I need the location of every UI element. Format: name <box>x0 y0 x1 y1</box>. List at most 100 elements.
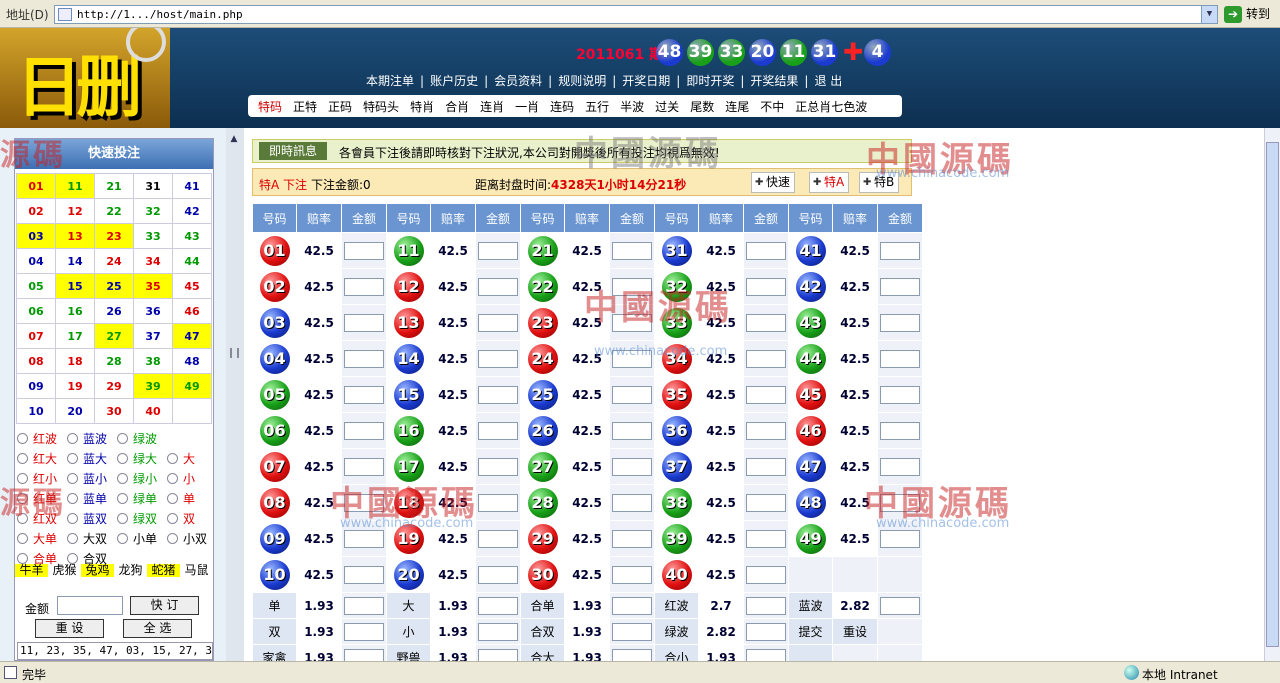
amount-input[interactable] <box>478 385 518 404</box>
amount-input[interactable] <box>746 565 786 584</box>
number-ball[interactable]: 01 <box>259 235 290 266</box>
top-menu-item[interactable]: 即时开奖 <box>680 74 740 88</box>
number-ball[interactable]: 18 <box>393 487 424 518</box>
number-ball[interactable]: 34 <box>661 343 692 374</box>
game-menu-item[interactable]: 连尾 <box>725 100 749 114</box>
radio-button[interactable] <box>17 513 28 524</box>
reset-button[interactable]: 重 设 <box>35 619 104 638</box>
zodiac-cell[interactable]: 马鼠 <box>180 564 213 577</box>
amount-input[interactable] <box>612 493 652 512</box>
number-ball[interactable]: 22 <box>527 271 558 302</box>
quick-number-cell[interactable]: 03 <box>16 223 56 249</box>
url-input[interactable]: http://1.../host/main.php ▼ <box>54 5 1218 24</box>
number-ball[interactable]: 05 <box>259 379 290 410</box>
number-ball[interactable]: 15 <box>393 379 424 410</box>
quick-number-cell[interactable]: 15 <box>55 273 95 299</box>
quick-option[interactable]: 绿大 <box>117 450 157 467</box>
radio-button[interactable] <box>17 473 28 484</box>
amount-input[interactable] <box>344 596 384 615</box>
number-ball[interactable]: 19 <box>393 523 424 554</box>
quick-option[interactable]: 红双 <box>17 510 57 527</box>
amount-input[interactable] <box>344 421 384 440</box>
quick-number-cell[interactable]: 34 <box>133 248 173 274</box>
quick-number-cell[interactable]: 22 <box>94 198 134 224</box>
quick-number-cell[interactable]: 05 <box>16 273 56 299</box>
quick-number-cell[interactable]: 07 <box>16 323 56 349</box>
quick-option[interactable]: 红小 <box>17 470 57 487</box>
amount-input[interactable] <box>344 648 384 661</box>
number-ball[interactable]: 41 <box>795 235 826 266</box>
amount-input[interactable] <box>612 385 652 404</box>
amount-input[interactable] <box>344 313 384 332</box>
quick-option[interactable]: 绿波 <box>117 430 157 447</box>
radio-button[interactable] <box>167 533 178 544</box>
quick-number-cell[interactable]: 38 <box>133 348 173 374</box>
radio-button[interactable] <box>67 533 78 544</box>
amount-input[interactable] <box>880 277 920 296</box>
amount-input[interactable] <box>344 529 384 548</box>
number-ball[interactable]: 33 <box>661 307 692 338</box>
quick-option[interactable]: 蓝双 <box>67 510 107 527</box>
number-ball[interactable]: 04 <box>259 343 290 374</box>
amount-input[interactable] <box>746 277 786 296</box>
game-menu-item[interactable]: 正码 <box>328 100 352 114</box>
amount-input[interactable] <box>746 349 786 368</box>
top-menu-item[interactable]: 开奖日期 <box>616 74 676 88</box>
amount-input[interactable] <box>478 313 518 332</box>
quick-number-cell[interactable]: 37 <box>133 323 173 349</box>
amount-input[interactable] <box>344 565 384 584</box>
quick-option[interactable]: 单 <box>167 490 195 507</box>
amount-input[interactable] <box>478 349 518 368</box>
quick-number-cell[interactable]: 19 <box>55 373 95 399</box>
amount-input[interactable] <box>478 596 518 615</box>
radio-button[interactable] <box>117 493 128 504</box>
quick-number-cell[interactable]: 02 <box>16 198 56 224</box>
quick-option[interactable]: 蓝大 <box>67 450 107 467</box>
radio-button[interactable] <box>167 473 178 484</box>
radio-button[interactable] <box>17 493 28 504</box>
game-menu-item[interactable]: 半波 <box>620 100 644 114</box>
quick-number-cell[interactable]: 16 <box>55 298 95 324</box>
quick-order-button[interactable]: 快 订 <box>130 596 199 615</box>
amount-input[interactable] <box>478 529 518 548</box>
game-menu-item[interactable]: 特码头 <box>363 100 399 114</box>
game-menu-item[interactable]: 正特 <box>293 100 317 114</box>
number-ball[interactable]: 31 <box>661 235 692 266</box>
radio-button[interactable] <box>117 473 128 484</box>
amount-input[interactable] <box>612 596 652 615</box>
radio-button[interactable] <box>117 513 128 524</box>
number-ball[interactable]: 11 <box>393 235 424 266</box>
quick-number-cell[interactable]: 27 <box>94 323 134 349</box>
quick-option[interactable]: 大 <box>167 450 195 467</box>
quick-number-cell[interactable]: 12 <box>55 198 95 224</box>
number-ball[interactable]: 23 <box>527 307 558 338</box>
quick-number-cell[interactable]: 24 <box>94 248 134 274</box>
quick-number-cell[interactable]: 36 <box>133 298 173 324</box>
quick-number-cell[interactable]: 40 <box>133 398 173 424</box>
amount-input[interactable] <box>880 457 920 476</box>
amount-input[interactable] <box>612 277 652 296</box>
scrollbar-thumb[interactable] <box>1266 142 1279 647</box>
quick-option[interactable]: 小 <box>167 470 195 487</box>
radio-button[interactable] <box>167 453 178 464</box>
quick-option[interactable]: 蓝单 <box>67 490 107 507</box>
quick-option[interactable]: 红波 <box>17 430 57 447</box>
amount-input[interactable] <box>880 596 920 615</box>
zodiac-cell[interactable]: 蛇猪 <box>147 564 180 577</box>
amount-input[interactable] <box>478 277 518 296</box>
number-ball[interactable]: 02 <box>259 271 290 302</box>
amount-input[interactable] <box>612 421 652 440</box>
number-ball[interactable]: 39 <box>661 523 692 554</box>
number-ball[interactable]: 07 <box>259 451 290 482</box>
amount-input[interactable] <box>478 457 518 476</box>
amount-input[interactable] <box>746 313 786 332</box>
quick-number-cell[interactable]: 04 <box>16 248 56 274</box>
amount-input[interactable] <box>344 457 384 476</box>
number-ball[interactable]: 12 <box>393 271 424 302</box>
quick-option[interactable]: 大单 <box>17 530 57 547</box>
quick-option[interactable]: 双 <box>167 510 195 527</box>
amount-input[interactable] <box>478 648 518 661</box>
quick-number-cell[interactable]: 14 <box>55 248 95 274</box>
zodiac-cell[interactable]: 兔鸡 <box>81 564 114 577</box>
number-ball[interactable]: 21 <box>527 235 558 266</box>
